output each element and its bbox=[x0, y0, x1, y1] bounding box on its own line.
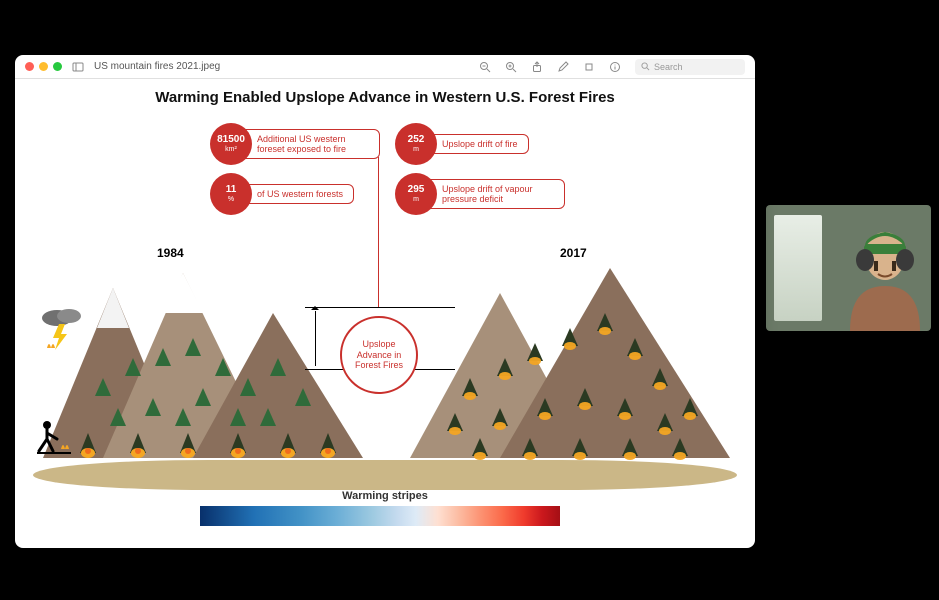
share-icon[interactable] bbox=[531, 61, 543, 73]
stat-text-vpd-drift: Upslope drift of vapour pressure deficit bbox=[425, 179, 565, 210]
stat-circle-area: 81500km² bbox=[210, 123, 252, 165]
center-callout: Upslope Advance in Forest Fires bbox=[340, 316, 418, 394]
camper-icon bbox=[33, 417, 73, 457]
search-input[interactable]: Search bbox=[635, 59, 745, 75]
stat-circle-fire-drift: 252m bbox=[395, 123, 437, 165]
mountains-2017 bbox=[410, 258, 730, 478]
minimize-window-button[interactable] bbox=[39, 62, 48, 71]
upper-level-line bbox=[305, 307, 455, 308]
stat-percent-forests: 11% of US western forests bbox=[210, 173, 354, 215]
warming-stripes bbox=[200, 506, 560, 526]
info-icon[interactable] bbox=[609, 61, 621, 73]
stat-circle-vpd-drift: 295m bbox=[395, 173, 437, 215]
close-window-button[interactable] bbox=[25, 62, 34, 71]
stat-vpd-drift: 295m Upslope drift of vapour pressure de… bbox=[395, 173, 565, 215]
markup-icon[interactable] bbox=[557, 61, 569, 73]
rotate-icon[interactable] bbox=[583, 61, 595, 73]
search-icon bbox=[641, 62, 650, 71]
sidebar-toggle-icon[interactable] bbox=[72, 61, 84, 73]
slide-title: Warming Enabled Upslope Advance in Weste… bbox=[15, 89, 755, 106]
stats-vertical-divider bbox=[378, 157, 379, 307]
stat-text-percent: of US western forests bbox=[240, 184, 354, 204]
image-canvas: Warming Enabled Upslope Advance in Weste… bbox=[15, 79, 755, 548]
stat-fire-drift: 252m Upslope drift of fire bbox=[395, 123, 529, 165]
window-titlebar: US mountain fires 2021.jpeg Search bbox=[15, 55, 755, 79]
preview-app-window: US mountain fires 2021.jpeg Search Warmi… bbox=[15, 55, 755, 548]
presenter-figure bbox=[830, 216, 925, 331]
stat-area-exposed: 81500km² Additional US western foreset e… bbox=[210, 123, 380, 165]
zoom-in-icon[interactable] bbox=[505, 61, 517, 73]
upslope-arrow-icon bbox=[315, 311, 316, 366]
maximize-window-button[interactable] bbox=[53, 62, 62, 71]
stat-text-fire-drift: Upslope drift of fire bbox=[425, 134, 529, 154]
stat-text-area: Additional US western foreset exposed to… bbox=[240, 129, 380, 160]
zoom-out-icon[interactable] bbox=[479, 61, 491, 73]
window-traffic-lights[interactable] bbox=[25, 62, 62, 71]
stat-circle-percent: 11% bbox=[210, 173, 252, 215]
document-filename: US mountain fires 2021.jpeg bbox=[94, 61, 220, 72]
mountains-1984 bbox=[43, 258, 363, 478]
warming-stripes-label: Warming stripes bbox=[15, 490, 755, 502]
presenter-webcam bbox=[766, 205, 931, 331]
webcam-background-window bbox=[774, 215, 822, 321]
storm-lightning-icon bbox=[37, 304, 87, 354]
search-placeholder: Search bbox=[654, 62, 683, 72]
